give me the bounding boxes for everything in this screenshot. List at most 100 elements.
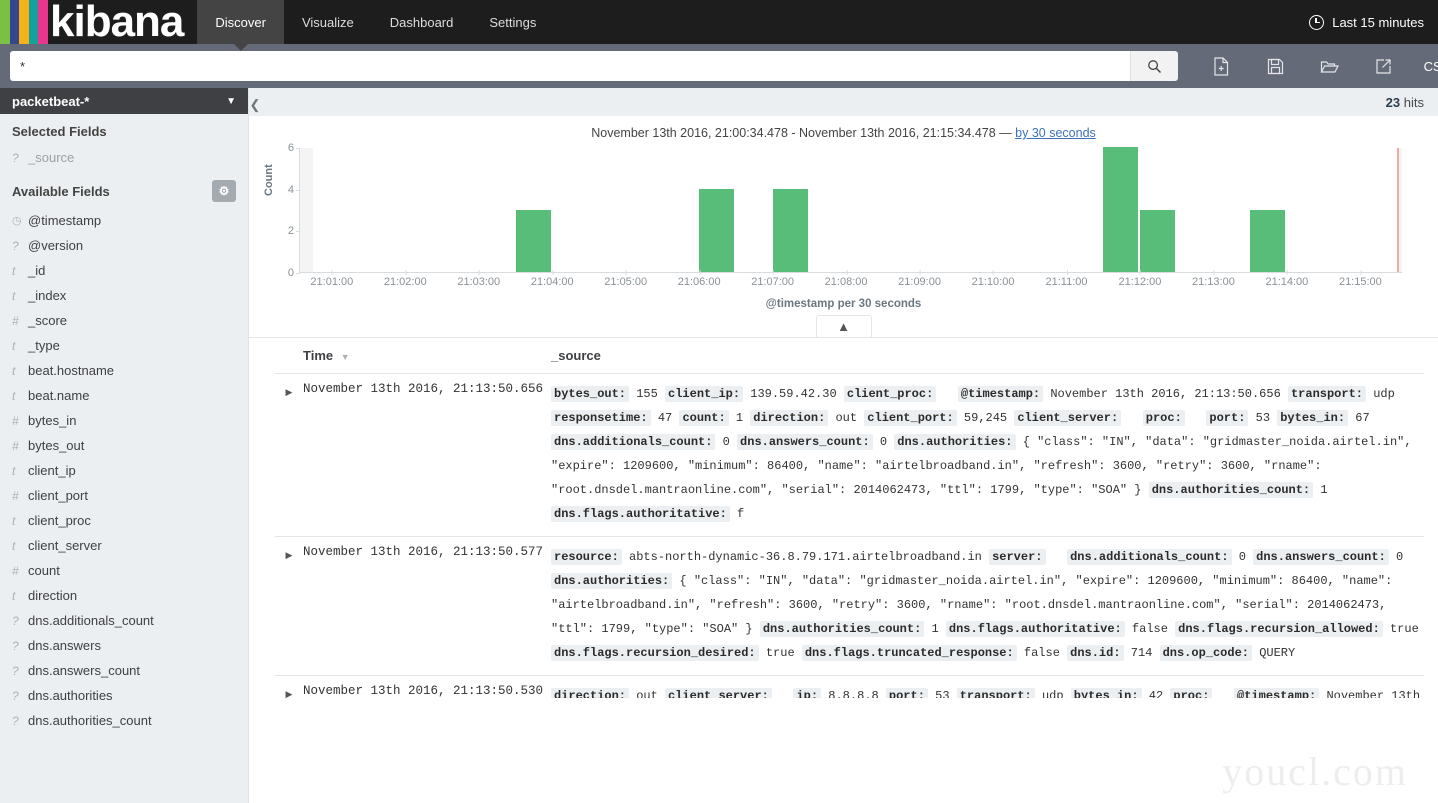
field-item-direction[interactable]: t direction [0, 583, 248, 608]
field-item-@version[interactable]: ? @version [0, 233, 248, 258]
field-item-client_proc[interactable]: t client_proc [0, 508, 248, 533]
field-name-label: client_server [28, 538, 102, 553]
source-field-key: client_port: [864, 410, 957, 426]
expand-cell[interactable]: ▶ [275, 536, 303, 676]
nav-item-dashboard[interactable]: Dashboard [372, 0, 472, 44]
chart-bar[interactable] [772, 188, 808, 272]
row-time-cell: November 13th 2016, 21:13:50.656 [303, 373, 551, 537]
field-item-_id[interactable]: t _id [0, 258, 248, 283]
field-type-icon: ? [12, 638, 19, 653]
field-name-label: bytes_out [28, 438, 85, 453]
documents-table-wrapper: Time ▼ _source ▶ November 13th 2016, 21:1… [249, 338, 1438, 698]
expand-row-icon[interactable]: ▶ [286, 550, 293, 560]
source-field-key: dns.authorities: [551, 573, 673, 589]
field-item-@timestamp[interactable]: ◷ @timestamp [0, 208, 248, 233]
field-item-client_ip[interactable]: t client_ip [0, 458, 248, 483]
field-item-_score[interactable]: # _score [0, 308, 248, 333]
table-row[interactable]: ▶ November 13th 2016, 21:13:50.656 bytes_o… [275, 373, 1424, 537]
source-field-key: direction: [551, 688, 630, 698]
collapse-sidebar-button[interactable]: ❮ [249, 94, 261, 116]
time-column-header[interactable]: Time ▼ [303, 338, 551, 374]
source-field-key: dns.authorities: [894, 434, 1016, 450]
source-field-value: 714 [1130, 646, 1153, 660]
field-type-icon: t [12, 538, 16, 553]
chart-bar[interactable] [1103, 147, 1139, 272]
new-search-button[interactable] [1194, 51, 1248, 81]
interval-link[interactable]: by 30 seconds [1015, 126, 1096, 140]
share-search-button[interactable] [1356, 51, 1410, 81]
time-picker[interactable]: Last 15 minutes [1309, 0, 1438, 44]
source-field-key: count: [679, 410, 729, 426]
field-item-dns.authorities_count[interactable]: ? dns.authorities_count [0, 708, 248, 733]
source-field-key: client_server: [1014, 410, 1122, 426]
source-field-value: 8.8.8.8 [828, 689, 879, 698]
export-csv-button[interactable]: CSV [1410, 51, 1438, 81]
share-search-icon [1375, 58, 1391, 74]
expand-row-icon[interactable]: ▶ [286, 387, 293, 397]
source-field-value: 59,245 [963, 411, 1008, 425]
field-item-client_port[interactable]: # client_port [0, 483, 248, 508]
field-item-count[interactable]: # count [0, 558, 248, 583]
field-type-icon: t [12, 338, 16, 353]
field-name-label: dns.additionals_count [28, 613, 154, 628]
field-item-client_server[interactable]: t client_server [0, 533, 248, 558]
nav-item-settings[interactable]: Settings [471, 0, 554, 44]
open-search-button[interactable] [1302, 51, 1356, 81]
x-tick-21:03:00: 21:03:00 [457, 270, 501, 288]
x-tick-21:11:00: 21:11:00 [1045, 270, 1088, 288]
field-name-label: beat.name [28, 388, 90, 403]
expand-row-icon[interactable]: ▶ [286, 689, 293, 698]
chart-bar[interactable] [1250, 209, 1286, 272]
field-item-dns.authorities[interactable]: ? dns.authorities [0, 683, 248, 708]
field-item-_source[interactable]: ? _source [0, 145, 248, 170]
y-tick-0: 0 [287, 267, 301, 279]
field-name-label: _index [28, 288, 67, 303]
row-time-cell: November 13th 2016, 21:13:50.530 [303, 675, 551, 698]
field-type-icon: # [12, 438, 19, 453]
field-item-_type[interactable]: t _type [0, 333, 248, 358]
source-field-value: 155 [636, 387, 658, 401]
table-row[interactable]: ▶ November 13th 2016, 21:13:50.577 resourc… [275, 536, 1424, 676]
row-source-cell: resource: abts-north-dynamic-36.8.79.171… [551, 536, 1424, 676]
field-item-bytes_out[interactable]: # bytes_out [0, 433, 248, 458]
chart-bar[interactable] [1139, 209, 1176, 272]
chart-left-margin [300, 148, 314, 272]
field-item-dns.answers_count[interactable]: ? dns.answers_count [0, 658, 248, 683]
index-pattern-selector[interactable]: packetbeat-* ▼ [0, 88, 248, 114]
source-field-value: 1 [1320, 483, 1328, 497]
field-item-dns.answers[interactable]: ? dns.answers [0, 633, 248, 658]
sort-caret-icon[interactable]: ▼ [341, 352, 350, 362]
field-item-dns.additionals_count[interactable]: ? dns.additionals_count [0, 608, 248, 633]
watermark: youcl.com [1222, 749, 1408, 794]
time-column-label: Time [303, 348, 334, 363]
source-field-key: dns.flags.recursion_allowed: [1175, 621, 1383, 637]
source-column-label: _source [551, 348, 601, 363]
search-input[interactable] [10, 51, 1130, 81]
chart-bar[interactable] [515, 209, 551, 272]
nav-item-discover[interactable]: Discover [197, 0, 284, 51]
expand-cell[interactable]: ▶ [275, 675, 303, 698]
source-field-key: bytes_in: [1070, 688, 1142, 698]
gear-icon[interactable]: ⚙ [212, 180, 236, 202]
expand-cell[interactable]: ▶ [275, 373, 303, 537]
chart-plot-area[interactable]: 0 2 4 6 21:01:00 21:02:00 21:03:00 21:04:00 21:0… [288, 142, 1402, 288]
search-button[interactable] [1130, 51, 1178, 81]
collapse-chart-button[interactable]: ▲ [815, 315, 872, 337]
index-pattern-label: packetbeat-* [12, 93, 90, 109]
field-item-bytes_in[interactable]: # bytes_in [0, 408, 248, 433]
source-field-key: ip: [793, 688, 822, 698]
save-search-button[interactable] [1248, 51, 1302, 81]
source-field-value: 0 [722, 435, 730, 449]
chart-now-marker [1397, 148, 1400, 272]
field-item-beat.name[interactable]: t beat.name [0, 383, 248, 408]
field-item-_index[interactable]: t _index [0, 283, 248, 308]
source-field-value: true [1389, 622, 1419, 636]
table-row[interactable]: ▶ November 13th 2016, 21:13:50.530 directi… [275, 675, 1424, 698]
clock-icon [1309, 14, 1325, 30]
field-item-beat.hostname[interactable]: t beat.hostname [0, 358, 248, 383]
chart-bar[interactable] [699, 188, 735, 272]
source-field-key: port: [1206, 410, 1249, 426]
field-type-icon: # [12, 313, 19, 328]
selected-fields-list: ? _source [0, 145, 248, 170]
nav-item-visualize[interactable]: Visualize [284, 0, 372, 44]
